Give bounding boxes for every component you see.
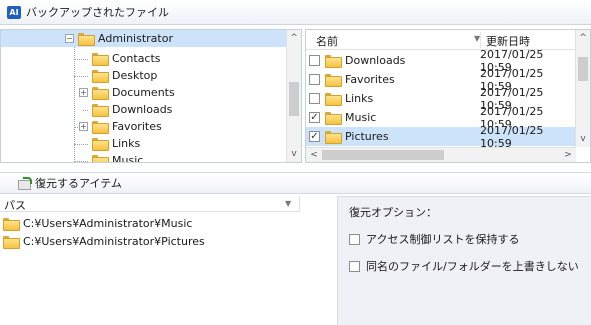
folder-icon (92, 155, 109, 162)
folder-icon (92, 53, 109, 66)
scroll-down-button[interactable]: v (287, 147, 301, 161)
file-date: 2017/01/25 10:59 (480, 123, 544, 150)
option-checkbox[interactable] (349, 233, 360, 245)
tree-item-downloads[interactable]: Downloads (92, 101, 172, 118)
tree-item-label: Links (112, 137, 141, 150)
folder-icon (325, 131, 342, 144)
row-checkbox[interactable] (309, 93, 320, 104)
tree-item-documents[interactable]: + Documents (79, 84, 175, 101)
row-checkbox[interactable] (309, 55, 320, 66)
tree-item-label: Favorites (112, 120, 162, 133)
folder-icon (3, 236, 20, 249)
tree-item-contacts[interactable]: Contacts (92, 50, 161, 67)
folder-icon (78, 33, 95, 46)
folder-icon (325, 74, 342, 87)
section-title: バックアップされたファイル (26, 6, 169, 19)
app-logo-icon: AI (7, 5, 21, 19)
option-keep-acl[interactable]: アクセス制御リストを保持する (349, 231, 519, 247)
path-row[interactable]: C:¥Users¥Administrator¥Pictures (3, 233, 205, 250)
folder-icon (92, 70, 109, 83)
path-column-header[interactable]: パス ▼ (0, 196, 300, 212)
row-checkbox-checked[interactable]: ✓ (309, 112, 320, 123)
folder-tree[interactable]: − Administrator Contacts Desktop + Docum… (0, 29, 302, 163)
tree-item-administrator[interactable]: − Administrator (1, 30, 287, 47)
option-label: アクセス制御リストを保持する (366, 233, 520, 246)
restore-items-title: 復元するアイテム (35, 177, 122, 190)
expand-icon[interactable]: + (79, 122, 88, 131)
file-row-pictures[interactable]: ✓ Pictures 2017/01/25 10:59 (306, 124, 576, 150)
path-text: C:¥Users¥Administrator¥Music (23, 217, 193, 230)
scroll-right-button[interactable]: > (561, 148, 575, 162)
folder-icon (325, 55, 342, 68)
option-checkbox[interactable] (349, 260, 360, 272)
restore-path-list[interactable]: パス ▼ C:¥Users¥Administrator¥Music C:¥Use… (0, 196, 329, 325)
option-no-overwrite[interactable]: 同名のファイル/フォルダーを上書きしない (349, 258, 579, 274)
scroll-thumb[interactable] (322, 150, 444, 160)
tree-item-label: Documents (112, 86, 175, 99)
file-list[interactable]: 名前 ▼ 更新日時 Downloads 2017/01/25 10:59 Fav… (305, 29, 591, 163)
folder-icon (325, 93, 342, 106)
scroll-up-button[interactable]: ^ (576, 31, 590, 45)
path-header-label: パス (4, 199, 26, 212)
folder-icon (92, 104, 109, 117)
tree-item-label: Contacts (112, 52, 161, 65)
tree-item-music[interactable]: Music (92, 152, 144, 163)
tree-item-favorites[interactable]: + Favorites (79, 118, 162, 135)
column-header-name[interactable]: 名前 (316, 33, 338, 49)
restore-icon (17, 177, 32, 190)
tree-item-links[interactable]: Links (92, 135, 140, 152)
file-list-vertical-scrollbar[interactable]: ^ v (575, 30, 590, 147)
file-list-horizontal-scrollbar[interactable]: < > (306, 147, 576, 162)
folder-icon (92, 138, 109, 151)
tree-vertical-scrollbar[interactable]: ^ v (286, 30, 301, 162)
row-checkbox[interactable] (309, 74, 320, 85)
column-divider[interactable] (480, 32, 481, 48)
folder-icon (92, 87, 109, 100)
folder-icon (325, 112, 342, 125)
backed-up-files-header: AI バックアップされたファイル (0, 0, 591, 25)
expand-icon[interactable]: + (79, 88, 88, 97)
row-checkbox-checked[interactable]: ✓ (309, 131, 320, 142)
scroll-thumb[interactable] (289, 82, 299, 116)
scroll-down-button[interactable]: v (576, 132, 590, 146)
tree-item-desktop[interactable]: Desktop (92, 67, 157, 84)
restore-options-panel: 復元オプション： アクセス制御リストを保持する 同名のファイル/フォルダーを上書… (337, 196, 591, 325)
tree-item-label: Music (112, 154, 144, 163)
scroll-up-button[interactable]: ^ (287, 31, 301, 45)
tree-item-label: Administrator (98, 32, 173, 45)
scroll-thumb[interactable] (578, 57, 588, 81)
collapse-icon[interactable]: − (65, 34, 74, 43)
restore-items-header: 復元するアイテム (0, 172, 591, 194)
tree-item-label: Desktop (112, 69, 158, 82)
folder-icon (3, 218, 20, 231)
path-text: C:¥Users¥Administrator¥Pictures (23, 235, 205, 248)
scroll-left-button[interactable]: < (307, 148, 321, 162)
folder-icon (92, 121, 109, 134)
path-row[interactable]: C:¥Users¥Administrator¥Music (3, 215, 192, 232)
dropdown-arrow-icon[interactable]: ▼ (285, 199, 291, 208)
restore-options-title: 復元オプション： (349, 206, 437, 219)
tree-item-label: Downloads (112, 103, 173, 116)
option-label: 同名のファイル/フォルダーを上書きしない (366, 260, 579, 273)
